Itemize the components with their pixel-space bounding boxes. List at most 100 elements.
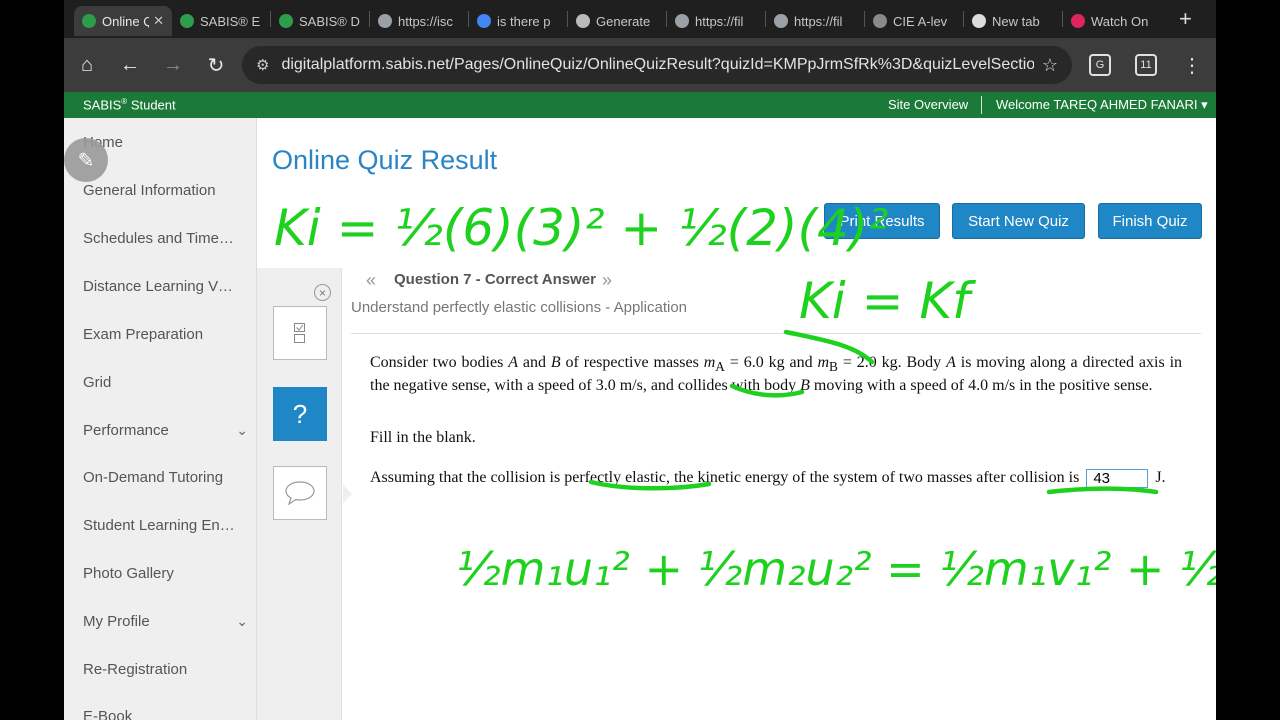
sidebar-item-label: General Information [83, 182, 216, 199]
cube-icon [576, 14, 590, 28]
comment-tool-button[interactable] [273, 466, 327, 520]
close-tools-button[interactable]: × [314, 284, 331, 301]
finish-quiz-button[interactable]: Finish Quiz [1098, 203, 1202, 239]
x-icon [1071, 14, 1085, 28]
sidebar-item-schedules-and-timetables[interactable]: Schedules and Timetables [83, 230, 248, 247]
browser-tab[interactable]: SABIS® E [172, 6, 270, 36]
sidebar-item-label: Distance Learning Videos [83, 278, 235, 295]
question-text: Consider two bodies A and B of respectiv… [370, 353, 1182, 395]
question-tools-panel: × ? [257, 268, 342, 720]
tab-count-button[interactable]: 11 [1128, 47, 1164, 83]
mass-symbol-b: m [817, 354, 830, 371]
feather-icon [873, 14, 887, 28]
sidebar-item-label: Student Learning Environment [83, 517, 235, 534]
tab-label: CIE A-lev [893, 13, 948, 29]
translate-button[interactable]: G [1082, 47, 1118, 83]
pencil-icon: ✎ [77, 149, 95, 172]
q-text-3: of respective masses [560, 354, 704, 371]
next-question-button[interactable]: » [602, 270, 612, 291]
sabis-icon [279, 14, 293, 28]
double-chevron-left-icon: « [366, 270, 377, 290]
q-text-7: moving with a speed of 4.0 m/s in the po… [809, 377, 1153, 395]
sidebar-item-e-book[interactable]: E-Book [83, 708, 248, 720]
previous-question-button[interactable]: « [366, 270, 376, 291]
back-button[interactable]: ← [110, 45, 150, 85]
handwritten-top-equation-text: Ki = ½(6)(3)² + ½(2)(4)² [274, 199, 888, 257]
edit-pen-button[interactable]: ✎ [64, 138, 108, 182]
sidebar-item-re-registration[interactable]: Re-Registration [83, 661, 248, 678]
home-button[interactable]: ⌂ [67, 45, 107, 85]
answer-input[interactable] [1086, 468, 1149, 488]
browser-menu-button[interactable]: ⋮ [1174, 47, 1210, 83]
browser-tab[interactable]: https://isc [370, 6, 468, 36]
sidebar-item-general-information[interactable]: General Information [83, 182, 248, 199]
tab-bar: Online Quiz✕ SABIS® E SABIS® D https://isc i… [64, 0, 1216, 38]
site-settings-icon[interactable]: ⚙ [256, 56, 269, 74]
mass-subscript-a: A [715, 359, 725, 375]
tab-label: SABIS® D [299, 13, 360, 29]
forward-arrow-icon: → [163, 53, 183, 76]
browser-tab[interactable]: Online Quiz✕ [74, 6, 172, 36]
site-overview-link[interactable]: Site Overview [888, 97, 968, 112]
print-results-button[interactable]: Print Results [824, 203, 940, 239]
sidebar-item-label: E-Book [83, 708, 133, 720]
browser-tab[interactable]: Generate [568, 6, 666, 36]
bookmark-star-icon[interactable]: ☆ [1042, 55, 1058, 76]
start-new-quiz-button[interactable]: Start New Quiz [952, 203, 1085, 239]
chevron-down-icon[interactable]: ⌄ [236, 422, 248, 439]
browser-tab[interactable]: SABIS® D [271, 6, 369, 36]
sidebar-item-label: Grid [83, 374, 112, 391]
browser-tab[interactable]: New tab [964, 6, 1062, 36]
globe-icon [774, 14, 788, 28]
user-menu[interactable]: Welcome TAREQ AHMED FANARI ▾ [996, 97, 1208, 113]
tab-label: is there p [497, 13, 551, 29]
checklist-tool-button[interactable] [273, 306, 327, 360]
close-tab-icon[interactable]: ✕ [153, 13, 164, 29]
chrome-icon [972, 14, 986, 28]
handwritten-bottom-equation-text: ½m₁u₁² + ½m₂u₂² = ½m₁v₁² + ½m₂v₂² [456, 542, 1216, 596]
browser-tab[interactable]: https://fil [667, 6, 765, 36]
chevron-down-icon[interactable]: ⌄ [236, 613, 248, 630]
speech-bubble-icon [285, 481, 315, 506]
body-b-label: B [550, 354, 561, 371]
reload-button[interactable]: ↻ [196, 45, 236, 85]
brand-suffix: Student [127, 97, 176, 113]
sidebar-item-exam-preparation[interactable]: Exam Preparation [83, 326, 248, 343]
browser-tab[interactable]: is there p [469, 6, 567, 36]
url-text[interactable]: digitalplatform.sabis.net/Pages/OnlineQu… [281, 56, 1033, 74]
sidebar-item-photo-gallery[interactable]: Photo Gallery [83, 565, 248, 582]
sidebar-item-home[interactable]: Home [83, 134, 248, 151]
sidebar-item-label: Performance [83, 422, 169, 439]
address-bar[interactable]: ⚙ digitalplatform.sabis.net/Pages/Online… [242, 46, 1072, 84]
browser-tab[interactable]: Watch On [1063, 6, 1161, 36]
sabis-icon [82, 14, 96, 28]
browser-tab[interactable]: https://fil [766, 6, 864, 36]
double-chevron-right-icon: » [602, 270, 613, 290]
tab-label: SABIS® E [200, 13, 261, 29]
reload-icon: ↻ [207, 54, 225, 77]
q-text-4: = 6.0 kg and [724, 354, 818, 371]
sidebar-item-grid[interactable]: Grid [83, 374, 248, 391]
browser-tab[interactable]: CIE A-lev [865, 6, 963, 36]
tab-label: https://isc [398, 13, 453, 29]
handwritten-energy-conservation-text: Ki = Kf [799, 272, 976, 330]
tab-label: Watch On [1091, 13, 1149, 29]
sidebar-item-distance-learning-videos[interactable]: Distance Learning Videos [83, 278, 248, 295]
new-tab-button[interactable]: + [1179, 6, 1192, 32]
translate-icon: G [1089, 54, 1111, 76]
sidebar-item-student-learning-environment[interactable]: Student Learning Environment [83, 517, 248, 534]
header-divider [981, 96, 982, 114]
handwritten-top-equation: Ki = ½(6)(3)² + ½(2)(4)² [274, 199, 888, 257]
help-tool-button[interactable]: ? [273, 387, 327, 441]
sidebar-item-on-demand-tutoring[interactable]: On-Demand Tutoring [83, 469, 248, 486]
close-icon: × [318, 285, 326, 300]
tab-label: New tab [992, 13, 1040, 29]
brand-logo[interactable]: SABIS® Student [83, 97, 176, 112]
sidebar-item-my-profile[interactable]: My Profile ⌄ [83, 613, 248, 630]
body-a-label: A [508, 354, 518, 371]
forward-button[interactable]: → [153, 45, 193, 85]
handwritten-bottom-equation: ½m₁u₁² + ½m₂u₂² = ½m₁v₁² + ½m₂v₂² [456, 542, 1216, 596]
q-text-2: and [518, 354, 551, 371]
sidebar-item-performance[interactable]: Performance ⌄ [83, 422, 248, 439]
checklist-icon [294, 323, 305, 343]
